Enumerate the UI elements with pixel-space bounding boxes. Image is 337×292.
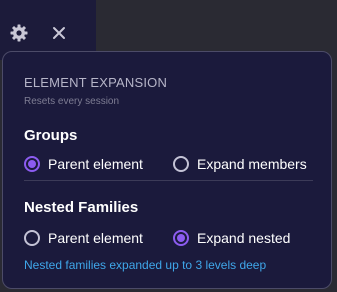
groups-heading: Groups [24,127,78,144]
radio-label: Parent element [48,156,143,172]
radio-selected-icon [24,156,40,172]
groups-expand-members-radio[interactable]: Expand members [173,156,307,172]
close-icon[interactable] [48,22,70,44]
nested-depth-note: Nested families expanded up to 3 levels … [24,258,267,272]
radio-label: Expand members [197,156,307,172]
radio-label: Parent element [48,230,143,246]
groups-parent-element-radio[interactable]: Parent element [24,156,143,172]
popover-title: ELEMENT EXPANSION [24,75,168,90]
radio-unselected-icon [24,230,40,246]
nested-families-heading: Nested Families [24,199,139,216]
radio-selected-icon [173,230,189,246]
radio-unselected-icon [173,156,189,172]
gear-icon[interactable] [8,22,30,44]
nested-parent-element-radio[interactable]: Parent element [24,230,143,246]
radio-label: Expand nested [197,230,291,246]
element-expansion-popover: ELEMENT EXPANSION Resets every session G… [2,51,332,289]
divider [24,180,313,181]
nested-expand-nested-radio[interactable]: Expand nested [173,230,290,246]
popover-subtitle: Resets every session [24,96,120,107]
